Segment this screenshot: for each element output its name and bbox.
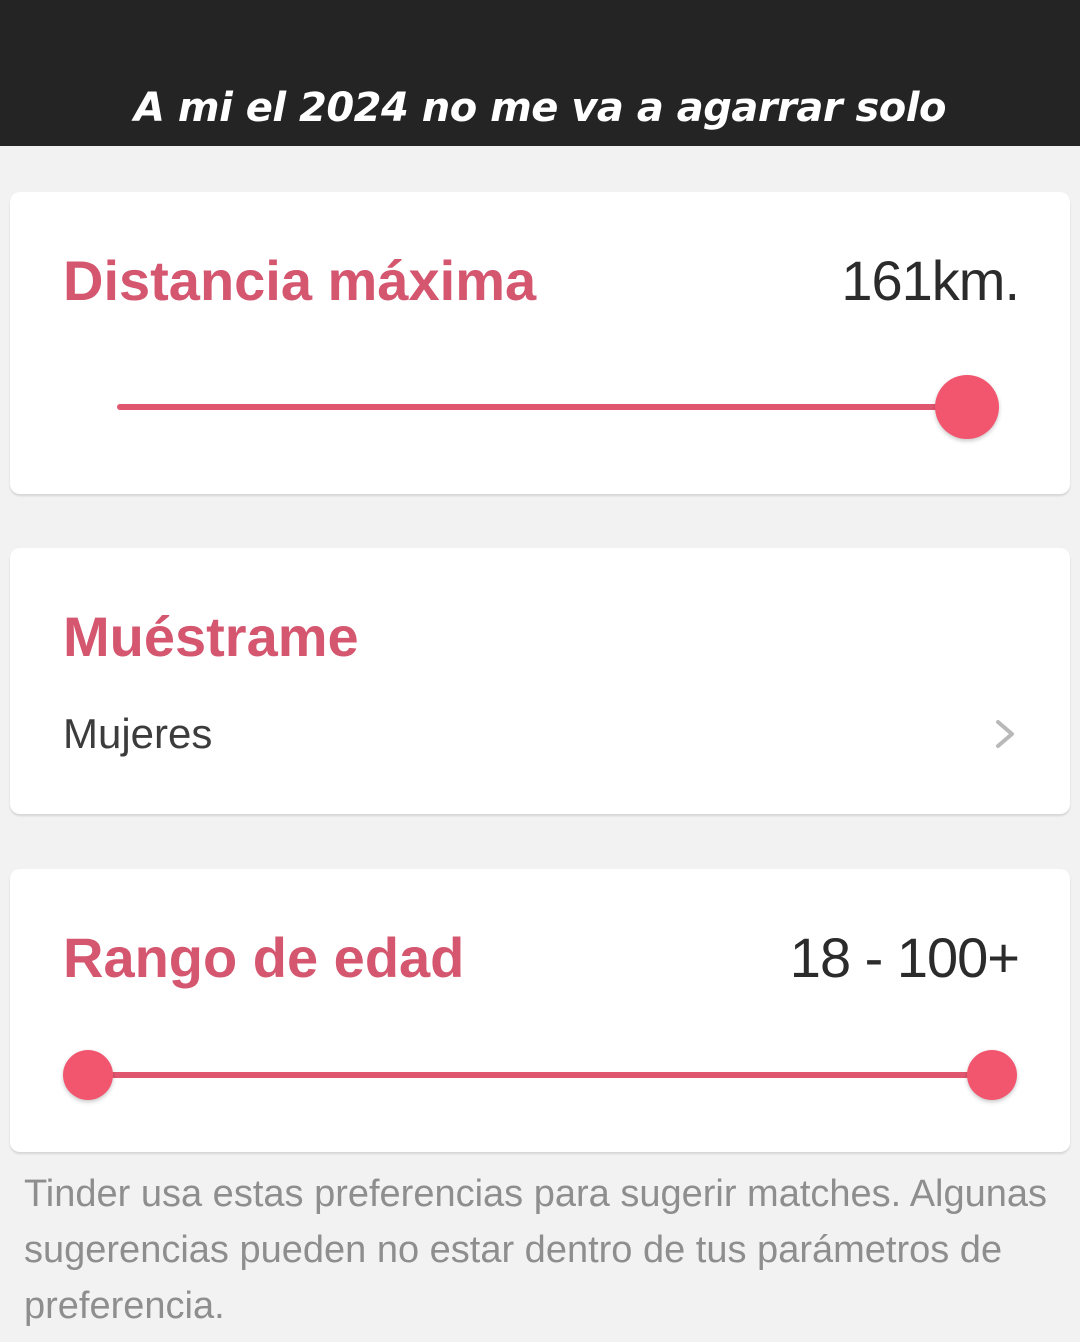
distance-title: Distancia máxima [63, 249, 537, 312]
age-range-title: Rango de edad [63, 926, 465, 989]
caption-text: A mi el 2024 no me va a agarrar solo [134, 85, 946, 131]
show-me-title: Muéstrame [63, 605, 359, 668]
show-me-value: Mujeres [63, 710, 213, 757]
preferences-disclaimer: Tinder usa estas preferencias para suger… [24, 1173, 1048, 1327]
age-slider-min-thumb[interactable] [63, 1050, 113, 1100]
distance-value: 161km. [841, 249, 1020, 312]
chevron-right-icon [996, 720, 1014, 748]
show-me-card[interactable]: Muéstrame Mujeres [10, 548, 1070, 814]
distance-card: Distancia máxima 161km. [10, 192, 1070, 494]
distance-slider-thumb[interactable] [935, 375, 999, 439]
distance-slider-track[interactable] [117, 404, 977, 410]
age-slider-max-thumb[interactable] [967, 1050, 1017, 1100]
caption-bar: A mi el 2024 no me va a agarrar solo [0, 0, 1080, 146]
age-slider-track[interactable] [88, 1072, 992, 1078]
age-range-value: 18 - 100+ [789, 926, 1020, 989]
age-range-card: Rango de edad 18 - 100+ [10, 869, 1070, 1152]
